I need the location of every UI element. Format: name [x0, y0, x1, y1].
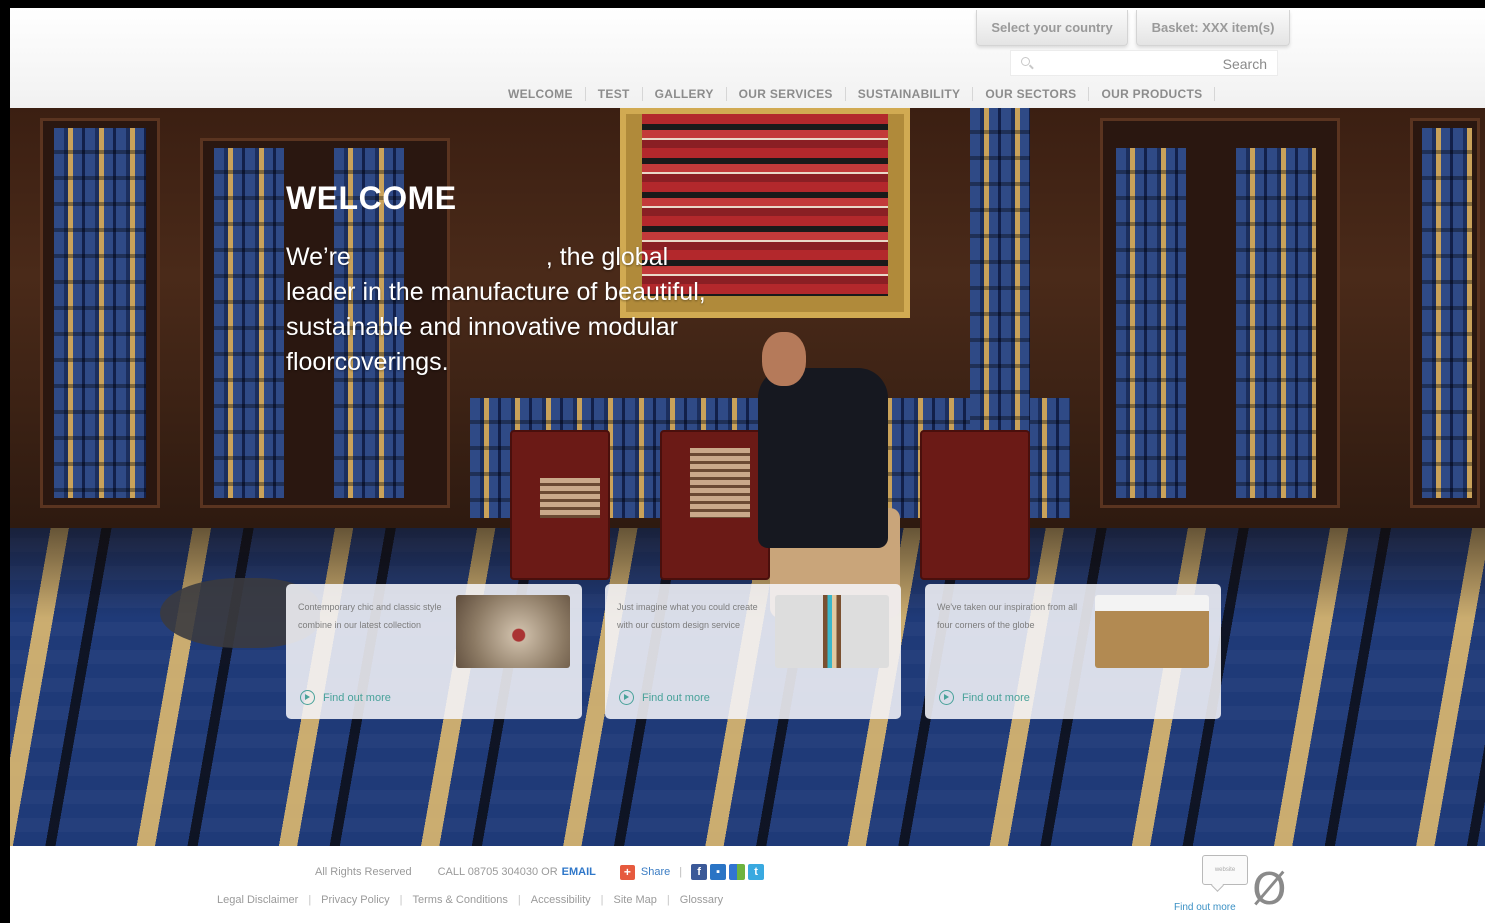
- footer-contact-row: All Rights Reserved CALL 08705 304030 OR…: [315, 864, 767, 880]
- twitter-icon[interactable]: t: [748, 864, 765, 880]
- book-stack: [690, 448, 750, 518]
- promo-image-custom-design[interactable]: [775, 595, 889, 668]
- divider: |: [666, 894, 670, 906]
- wall-fabric: [1422, 128, 1472, 498]
- promo-image-collection[interactable]: [456, 595, 570, 668]
- promo-card: Just imagine what you could create with …: [605, 584, 901, 719]
- promo-image-inspiration[interactable]: [1095, 595, 1209, 668]
- hero-line4: floorcoverings.: [286, 348, 449, 376]
- nav-our-sectors[interactable]: OUR SECTORS: [973, 87, 1090, 101]
- find-out-more-label: Find out more: [323, 691, 391, 704]
- book-stack: [540, 478, 600, 518]
- promo-card: We've taken our inspiration from all fou…: [925, 584, 1221, 719]
- divider: |: [517, 894, 521, 906]
- seated-man: [758, 368, 888, 548]
- hero-title: WELCOME: [286, 180, 457, 216]
- email-link[interactable]: EMAIL: [562, 866, 596, 878]
- share-label: Share: [640, 866, 671, 878]
- find-out-more-link[interactable]: Find out more: [619, 690, 710, 705]
- search-input[interactable]: [1039, 53, 1209, 73]
- find-out-more-label: Find out more: [642, 691, 710, 704]
- footer-links: Legal Disclaimer | Privacy Policy | Term…: [217, 894, 723, 906]
- promo-text: We've taken our inspiration from all fou…: [937, 602, 1078, 630]
- basket-button[interactable]: Basket: XXX item(s): [1136, 10, 1290, 46]
- hero-line2: leader in the manufacture of beautiful,: [286, 278, 706, 306]
- copyright-text: All Rights Reserved: [315, 866, 412, 878]
- footer-badge: website Find out more Ø: [1170, 850, 1290, 920]
- facebook-icon[interactable]: f: [691, 864, 708, 880]
- share-plus-icon: +: [619, 864, 635, 880]
- share-button[interactable]: + Share: [619, 864, 671, 880]
- null-symbol-logo: Ø: [1252, 864, 1287, 915]
- hero-line1-start: We’re: [286, 243, 351, 271]
- site-header: Select your country Basket: XXX item(s) …: [10, 8, 1485, 108]
- promo-card: Contemporary chic and classic style comb…: [286, 584, 582, 719]
- flickr-icon[interactable]: ▪: [710, 864, 727, 880]
- select-country-button[interactable]: Select your country: [976, 10, 1128, 46]
- hero-description: We’re , the global leader in the manufact…: [286, 240, 806, 380]
- nav-sustainability[interactable]: SUSTAINABILITY: [846, 87, 974, 101]
- play-circle-icon: [619, 690, 634, 705]
- nav-welcome[interactable]: WELCOME: [496, 87, 586, 101]
- delicious-icon[interactable]: [729, 864, 746, 880]
- divider: |: [308, 894, 312, 906]
- terms-link[interactable]: Terms & Conditions: [413, 894, 508, 906]
- nav-test[interactable]: TEST: [586, 87, 643, 101]
- nav-our-services[interactable]: OUR SERVICES: [727, 87, 846, 101]
- hero-line3: sustainable and innovative modular: [286, 313, 678, 341]
- accessibility-link[interactable]: Accessibility: [531, 894, 591, 906]
- nav-our-products[interactable]: OUR PRODUCTS: [1089, 87, 1216, 101]
- search-button[interactable]: Search: [1223, 56, 1267, 72]
- wall-fabric: [1116, 148, 1186, 498]
- site-map-link[interactable]: Site Map: [614, 894, 657, 906]
- promo-text: Just imagine what you could create with …: [617, 602, 758, 630]
- wall-fabric: [1236, 148, 1316, 498]
- site-footer: All Rights Reserved CALL 08705 304030 OR…: [10, 846, 1485, 923]
- nav-gallery[interactable]: GALLERY: [643, 87, 727, 101]
- legal-disclaimer-link[interactable]: Legal Disclaimer: [217, 894, 298, 906]
- privacy-policy-link[interactable]: Privacy Policy: [321, 894, 389, 906]
- play-circle-icon: [300, 690, 315, 705]
- divider: |: [600, 894, 604, 906]
- main-nav: WELCOME TEST GALLERY OUR SERVICES SUSTAI…: [496, 84, 1216, 104]
- play-circle-icon: [939, 690, 954, 705]
- divider: |: [679, 866, 683, 878]
- speech-bubble-icon: website: [1202, 855, 1248, 885]
- divider: |: [399, 894, 403, 906]
- search-icon: [1021, 57, 1030, 66]
- glossary-link[interactable]: Glossary: [680, 894, 723, 906]
- find-out-more-label: Find out more: [962, 691, 1030, 704]
- wall-fabric: [214, 148, 284, 498]
- red-chair: [920, 430, 1030, 580]
- promo-text: Contemporary chic and classic style comb…: [298, 602, 442, 630]
- badge-find-out-more-link[interactable]: Find out more: [1174, 902, 1236, 913]
- find-out-more-link[interactable]: Find out more: [939, 690, 1030, 705]
- call-text: CALL 08705 304030 OR: [437, 866, 558, 878]
- hero-line1-end: , the global: [545, 243, 669, 271]
- hero-banner: WELCOME We’re , the global leader in the …: [10, 108, 1485, 846]
- find-out-more-link[interactable]: Find out more: [300, 690, 391, 705]
- search-box: Search: [1010, 50, 1278, 76]
- wall-fabric: [54, 128, 146, 498]
